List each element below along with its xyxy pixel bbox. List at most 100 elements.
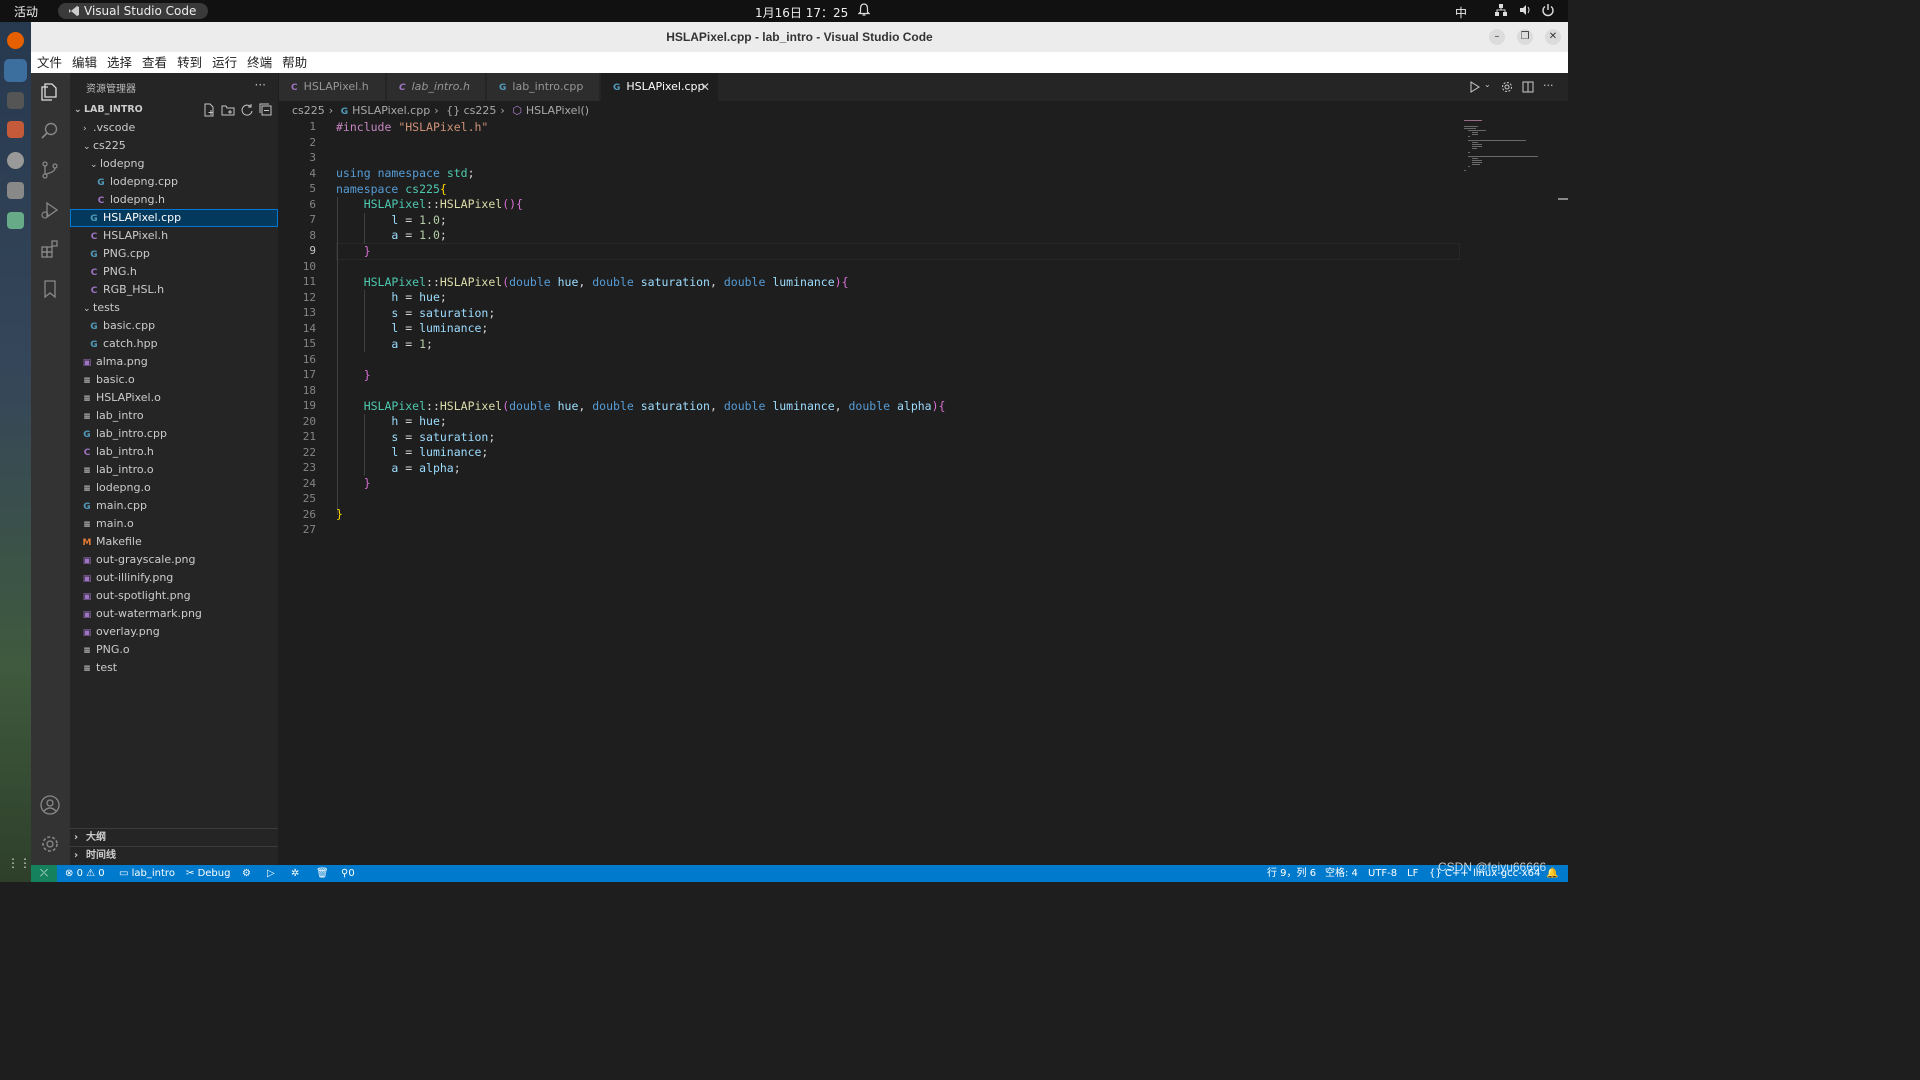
run-icon[interactable]: ▷ xyxy=(267,865,275,882)
tree-file[interactable]: Gmain.cpp xyxy=(70,497,278,515)
build-config-indicator[interactable]: ✂ Debug xyxy=(186,865,230,882)
terminal-icon[interactable] xyxy=(7,92,24,109)
minimize-button[interactable]: – xyxy=(1489,29,1505,45)
collapse-all-icon[interactable] xyxy=(259,103,273,117)
tree-folder[interactable]: › .vscode xyxy=(70,119,278,137)
new-file-icon[interactable] xyxy=(202,103,216,117)
tree-file[interactable]: ≡ basic.o xyxy=(70,371,278,389)
volume-icon[interactable] xyxy=(1518,3,1532,17)
tree-file[interactable]: G PNG.cpp xyxy=(70,245,278,263)
tab-lab-intro-h[interactable]: Clab_intro.h xyxy=(387,73,486,101)
tree-file[interactable]: Glodepng.cpp xyxy=(70,173,278,191)
menu-view[interactable]: 查看 xyxy=(138,52,171,73)
bookmark-icon[interactable] xyxy=(39,278,61,300)
new-folder-icon[interactable] xyxy=(221,103,235,117)
breadcrumb-symbol[interactable]: HSLAPixel() xyxy=(526,104,589,117)
tree-file[interactable]: M Makefile xyxy=(70,533,278,551)
files-icon[interactable] xyxy=(7,121,24,138)
tree-file[interactable]: Clab_intro.h xyxy=(70,443,278,461)
tab-hslapixel-h[interactable]: C HSLAPixel.h xyxy=(279,73,386,101)
indentation[interactable]: 空格: 4 xyxy=(1325,865,1358,882)
tree-file[interactable]: ≡ lab_intro xyxy=(70,407,278,425)
menu-file[interactable]: 文件 xyxy=(33,52,66,73)
source-control-icon[interactable] xyxy=(39,159,61,181)
bell-icon[interactable] xyxy=(858,3,870,17)
app-menu-button[interactable]: Visual Studio Code xyxy=(58,3,209,19)
timeline-section[interactable]: › 时间线 xyxy=(70,846,278,865)
tab-hslapixel-cpp[interactable]: G HSLAPixel.cpp ✕ xyxy=(601,73,719,101)
menu-run[interactable]: 运行 xyxy=(208,52,241,73)
explorer-icon[interactable] xyxy=(39,81,61,103)
tree-file[interactable]: Gbasic.cpp xyxy=(70,317,278,335)
tree-file[interactable]: ▣ out-spotlight.png xyxy=(70,587,278,605)
input-method-indicator[interactable]: 中 xyxy=(1455,4,1467,21)
tree-file[interactable]: C PNG.h xyxy=(70,263,278,281)
tree-file[interactable]: G HSLAPixel.cpp xyxy=(70,209,278,227)
close-tab-icon[interactable]: ✕ xyxy=(700,73,710,101)
activities-button[interactable]: 活动 xyxy=(14,3,38,20)
tree-file[interactable]: C HSLAPixel.h xyxy=(70,227,278,245)
remote-indicator-icon[interactable]: ⤫ xyxy=(31,865,57,882)
scrollbar-position-marker[interactable] xyxy=(1558,198,1568,200)
code-editor[interactable]: 1 2 3 4 5 6 7 8 9 10 11 12 13 14 15 16 17 18 19 20 21 22 23 24 2… xyxy=(279,120,1568,865)
problems-indicator[interactable]: ⊗ 0 ⚠ 0 xyxy=(65,865,105,882)
disc-icon[interactable] xyxy=(7,152,24,169)
tree-file[interactable]: Clodepng.h xyxy=(70,191,278,209)
maximize-button[interactable]: ❐ xyxy=(1517,29,1533,45)
close-window-button[interactable]: ✕ xyxy=(1545,29,1561,45)
menu-selection[interactable]: 选择 xyxy=(103,52,136,73)
run-debug-icon[interactable] xyxy=(39,199,61,221)
more-actions-icon[interactable]: ··· xyxy=(1543,79,1554,92)
tree-file[interactable]: ≡ HSLAPixel.o xyxy=(70,389,278,407)
network-icon[interactable] xyxy=(1494,3,1508,17)
tree-file[interactable]: ≡ PNG.o xyxy=(70,641,278,659)
gear-icon[interactable] xyxy=(39,833,61,855)
tree-file[interactable]: ▣ out-grayscale.png xyxy=(70,551,278,569)
breadcrumb-file[interactable]: HSLAPixel.cpp xyxy=(352,104,430,117)
settings-gear-icon[interactable] xyxy=(1501,81,1513,93)
ports-indicator[interactable]: ⚲0 xyxy=(341,865,355,882)
refresh-icon[interactable] xyxy=(240,103,254,117)
tree-file[interactable]: ≡ test xyxy=(70,659,278,677)
folder-indicator[interactable]: ▭ lab_intro xyxy=(119,865,175,882)
menu-edit[interactable]: 编辑 xyxy=(68,52,101,73)
extensions-icon[interactable] xyxy=(39,238,61,260)
tree-file[interactable]: ▣ out-watermark.png xyxy=(70,605,278,623)
clock[interactable]: 1月16日 17：25 xyxy=(755,4,848,21)
tab-lab-intro-cpp[interactable]: Glab_intro.cpp xyxy=(487,73,600,101)
search-icon[interactable] xyxy=(39,120,61,142)
tree-folder[interactable]: ⌄ cs225 xyxy=(70,137,278,155)
cursor-position[interactable]: 行 9，列 6 xyxy=(1267,865,1316,882)
delete-icon[interactable]: 🗑 xyxy=(316,865,329,882)
run-file-icon[interactable] xyxy=(1469,81,1481,93)
encoding[interactable]: UTF-8 xyxy=(1368,865,1397,882)
menu-help[interactable]: 帮助 xyxy=(278,52,311,73)
tree-file[interactable]: Gcatch.hpp xyxy=(70,335,278,353)
apps-grid-icon[interactable]: ⋮⋮ xyxy=(7,856,31,873)
tree-file[interactable]: Glab_intro.cpp xyxy=(70,425,278,443)
drive-icon[interactable] xyxy=(7,182,24,199)
build-gear-icon[interactable]: ⚙ xyxy=(242,865,251,882)
breadcrumb-namespace[interactable]: {} cs225 xyxy=(446,104,496,117)
split-editor-icon[interactable] xyxy=(1522,81,1534,93)
vscode-dock-icon[interactable] xyxy=(4,59,27,82)
outline-section[interactable]: › 大纲 xyxy=(70,828,278,847)
notifications-bell-icon[interactable]: 🔔 xyxy=(1546,865,1558,882)
menu-go[interactable]: 转到 xyxy=(173,52,206,73)
trash-icon[interactable] xyxy=(7,212,24,229)
tree-file[interactable]: ▣ overlay.png xyxy=(70,623,278,641)
tree-file[interactable]: ≡ main.o xyxy=(70,515,278,533)
firefox-icon[interactable] xyxy=(7,32,24,49)
menu-terminal[interactable]: 终端 xyxy=(243,52,276,73)
tree-file[interactable]: ≡ lodepng.o xyxy=(70,479,278,497)
debug-icon[interactable]: ✲ xyxy=(291,865,299,882)
tree-file[interactable]: C RGB_HSL.h xyxy=(70,281,278,299)
tree-folder[interactable]: ⌄ tests xyxy=(70,299,278,317)
tree-file[interactable]: ≡ lab_intro.o xyxy=(70,461,278,479)
more-actions-button[interactable]: ··· xyxy=(255,78,266,92)
tree-file[interactable]: ▣ out-illinify.png xyxy=(70,569,278,587)
account-icon[interactable] xyxy=(39,794,61,816)
minimap[interactable] xyxy=(1462,120,1552,180)
tree-folder[interactable]: ⌄ lodepng xyxy=(70,155,278,173)
tree-file[interactable]: ▣ alma.png xyxy=(70,353,278,371)
